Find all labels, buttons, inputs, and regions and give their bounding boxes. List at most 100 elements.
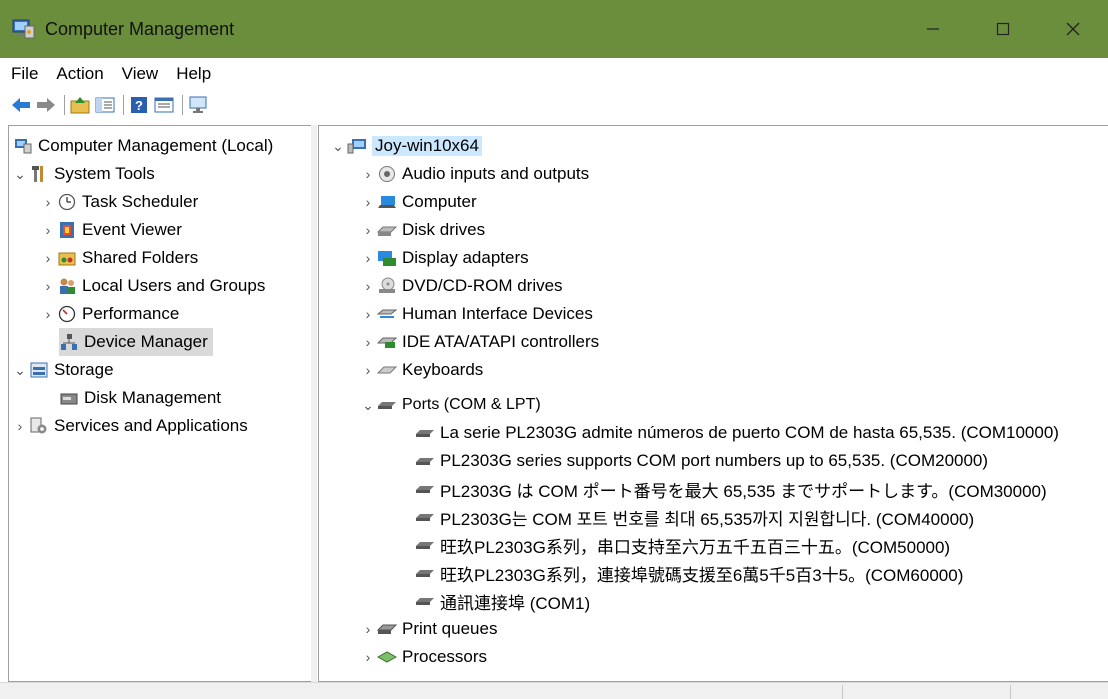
chevron-right-icon[interactable]: › (39, 194, 57, 210)
category-row[interactable]: › DVD/CD-ROM drives (359, 272, 563, 300)
category-row[interactable]: › IDE ATA/ATAPI controllers (359, 328, 599, 356)
chevron-down-icon[interactable]: ⌄ (359, 397, 377, 414)
disk-drive-icon (377, 221, 397, 239)
menu-file[interactable]: File (0, 64, 47, 84)
port-device-row[interactable]: PL2303G는 COM 포트 번호를 최대 65,535까지 지원합니다. (… (415, 503, 974, 531)
processor-icon (377, 648, 397, 666)
tree-item-disk-management[interactable]: Disk Management (59, 384, 221, 412)
speaker-icon (377, 165, 397, 183)
port-device-row[interactable]: 旺玖PL2303G系列，連接埠號碼支援至6萬5千5百3十5。(COM60000) (415, 559, 963, 587)
tree-item-device-manager[interactable]: Device Manager (59, 328, 213, 356)
chevron-right-icon[interactable]: › (39, 278, 57, 294)
chevron-right-icon[interactable]: › (359, 166, 377, 182)
chevron-right-icon[interactable]: › (39, 306, 57, 322)
category-label: Print queues (402, 619, 498, 638)
port-device-row[interactable]: PL2303G series supports COM port numbers… (415, 447, 988, 475)
console-tree: Computer Management (Local) ⌄ System Too… (8, 125, 312, 682)
printer-icon (377, 620, 397, 638)
port-device-label: PL2303G は COM ポート番号を最大 65,535 までサポートします。… (440, 481, 1047, 501)
status-bar (0, 682, 1108, 699)
port-icon (415, 592, 435, 610)
port-icon (415, 564, 435, 582)
disk-management-icon (59, 389, 79, 407)
minimize-button[interactable] (898, 0, 968, 58)
device-tree-root[interactable]: ⌄ Joy-win10x64 (329, 132, 482, 160)
tree-item-shared-folders[interactable]: › Shared Folders (39, 244, 199, 272)
chevron-down-icon[interactable]: ⌄ (11, 362, 29, 379)
tree-item-label: Computer Management (Local) (38, 136, 274, 155)
category-row[interactable]: › Print queues (359, 615, 498, 643)
port-icon (377, 396, 397, 414)
tree-item-event-viewer[interactable]: › Event Viewer (39, 216, 182, 244)
forward-arrow-icon[interactable] (35, 94, 57, 116)
port-device-row[interactable]: 旺玖PL2303G系列，串口支持至六万五千五百三十五。(COM50000) (415, 531, 950, 559)
monitor-icon[interactable] (187, 94, 209, 116)
shared-folder-icon (57, 249, 77, 267)
chevron-right-icon[interactable]: › (39, 222, 57, 238)
category-label: Keyboards (402, 360, 484, 379)
chevron-right-icon[interactable]: › (359, 649, 377, 665)
category-row[interactable]: › Processors (359, 643, 487, 671)
chevron-right-icon[interactable]: › (359, 222, 377, 238)
pane-splitter[interactable] (311, 125, 317, 682)
properties-icon[interactable] (153, 94, 175, 116)
tree-item-root[interactable]: Computer Management (Local) (13, 132, 273, 160)
category-row[interactable]: › Computer (359, 188, 477, 216)
category-row[interactable]: › Human Interface Devices (359, 300, 593, 328)
category-label: Human Interface Devices (402, 304, 593, 323)
category-label: Processors (402, 647, 488, 666)
category-label: DVD/CD-ROM drives (402, 276, 563, 295)
chevron-right-icon[interactable]: › (359, 306, 377, 322)
category-row[interactable]: › Disk drives (359, 216, 485, 244)
chevron-right-icon[interactable]: › (359, 334, 377, 350)
port-device-row[interactable]: 通訊連接埠 (COM1) (415, 587, 590, 615)
show-hide-console-tree-icon[interactable] (94, 94, 116, 116)
tree-item-storage[interactable]: ⌄ Storage (11, 356, 113, 384)
category-row[interactable]: › Keyboards (359, 356, 484, 384)
port-device-row[interactable]: La serie PL2303G admite números de puert… (415, 419, 1059, 447)
menu-view[interactable]: View (113, 64, 168, 84)
category-row[interactable]: › Audio inputs and outputs (359, 160, 590, 188)
category-label: Ports (COM & LPT) (402, 396, 541, 413)
device-manager-icon (59, 333, 79, 351)
ide-controller-icon (377, 333, 397, 351)
window-title: Computer Management (45, 18, 235, 39)
tree-item-local-users[interactable]: › Local Users and Groups (39, 272, 266, 300)
port-device-label: La serie PL2303G admite números de puert… (440, 423, 1059, 442)
chevron-right-icon[interactable]: › (359, 621, 377, 637)
chevron-right-icon[interactable]: › (11, 418, 29, 434)
up-folder-icon[interactable] (69, 94, 91, 116)
category-label: Audio inputs and outputs (402, 164, 590, 183)
chevron-right-icon[interactable]: › (359, 250, 377, 266)
computer-icon (377, 193, 397, 211)
category-label: Disk drives (402, 220, 486, 239)
chevron-down-icon[interactable]: ⌄ (329, 138, 347, 155)
menu-action[interactable]: Action (47, 64, 112, 84)
port-icon (415, 536, 435, 554)
maximize-button[interactable] (968, 0, 1038, 58)
category-row[interactable]: › Display adapters (359, 244, 529, 272)
tree-item-task-scheduler[interactable]: › Task Scheduler (39, 188, 199, 216)
tree-item-label: System Tools (54, 164, 155, 183)
chevron-down-icon[interactable]: ⌄ (11, 166, 29, 183)
tree-item-performance[interactable]: › Performance (39, 300, 180, 328)
close-button[interactable] (1038, 0, 1108, 58)
device-tree: ⌄ Joy-win10x64 › Audio inputs and output… (318, 125, 1108, 682)
port-device-row[interactable]: PL2303G は COM ポート番号を最大 65,535 までサポートします。… (415, 475, 1047, 503)
help-icon[interactable]: ? (128, 94, 150, 116)
tree-item-services[interactable]: › Services and Applications (11, 412, 248, 440)
toolbar: ? (0, 90, 1108, 120)
chevron-right-icon[interactable]: › (39, 250, 57, 266)
chevron-right-icon[interactable]: › (359, 278, 377, 294)
tree-item-label: Disk Management (84, 388, 222, 407)
chevron-right-icon[interactable]: › (359, 194, 377, 210)
tree-item-label: Event Viewer (82, 220, 182, 239)
back-arrow-icon[interactable] (10, 94, 32, 116)
tree-item-system-tools[interactable]: ⌄ System Tools (11, 160, 155, 188)
category-row-ports[interactable]: ⌄ Ports (COM & LPT) (359, 391, 541, 419)
chevron-right-icon[interactable]: › (359, 362, 377, 378)
tree-item-label: Services and Applications (54, 416, 248, 435)
menu-help[interactable]: Help (167, 64, 220, 84)
toolbar-separator (182, 95, 183, 115)
performance-icon (57, 305, 77, 323)
